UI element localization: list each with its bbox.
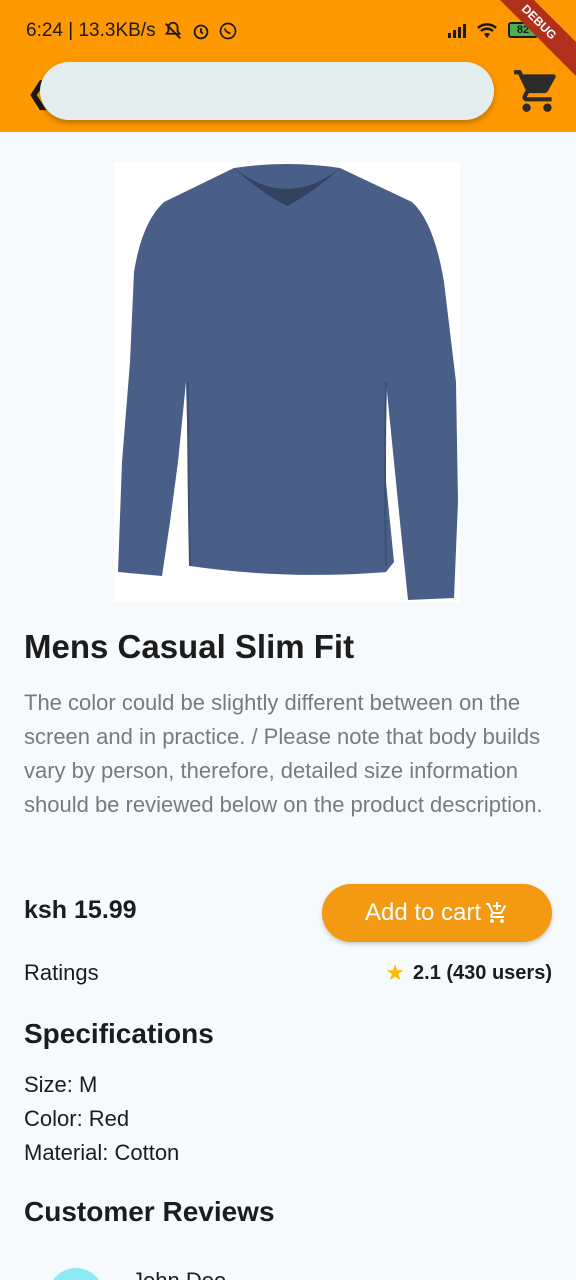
wifi-icon [477, 23, 497, 38]
rating-summary: ★ 2.1 (430 users) [385, 960, 552, 986]
status-bar: 6:24 | 13.3KB/s 82 [0, 0, 576, 64]
product-image [114, 162, 460, 602]
reviewer-name: John Doe [132, 1268, 226, 1280]
spec-size: Size: M [24, 1072, 98, 1097]
ratings-label: Ratings [24, 960, 99, 985]
rating-value: 2.1 (430 users) [413, 961, 552, 984]
spec-material: Material: Cotton [24, 1140, 180, 1165]
add-to-cart-label: Add to cart [364, 899, 482, 926]
cart-plus-icon [486, 902, 507, 923]
star-icon: ★ [385, 960, 406, 985]
specifications-heading: Specifications [24, 1018, 214, 1049]
cart-icon[interactable] [512, 66, 562, 116]
signal-icon [448, 22, 466, 38]
status-left: 6:24 | 13.3KB/s [26, 20, 238, 42]
spec-color: Color: Red [24, 1106, 130, 1131]
customer-reviews-heading: Customer Reviews [24, 1196, 275, 1227]
app-bar: 6:24 | 13.3KB/s 82 DEBUG ❮ [0, 0, 576, 132]
whatsapp-icon [219, 22, 236, 40]
product-description: The color could be slightly different be… [24, 690, 543, 817]
avatar [48, 1268, 104, 1280]
mute-icon [164, 21, 181, 39]
add-to-cart-button[interactable]: Add to cart [322, 884, 552, 942]
search-input[interactable] [40, 62, 494, 120]
product-price: ksh 15.99 [24, 896, 137, 924]
alarm-icon [193, 24, 208, 40]
status-time: 6:24 | 13.3KB/s [26, 20, 156, 41]
product-title: Mens Casual Slim Fit [24, 628, 355, 665]
